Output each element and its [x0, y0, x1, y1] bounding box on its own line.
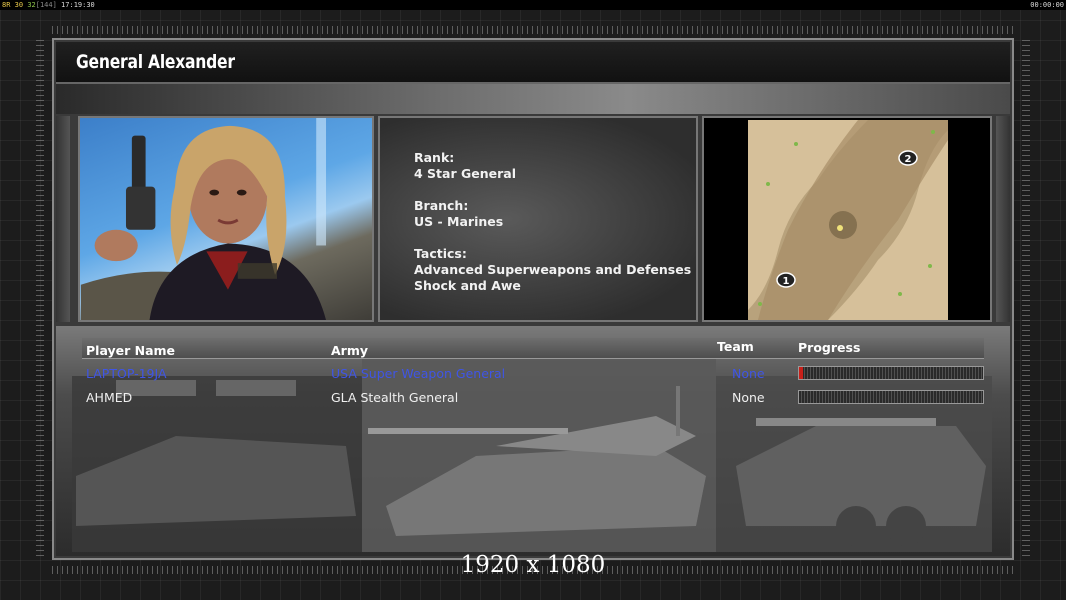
player-list-area [56, 326, 1010, 556]
player-team: None [732, 366, 765, 381]
player-team: None [732, 390, 765, 405]
tank-artwork [72, 356, 992, 552]
fps-value-d: [144] [35, 1, 57, 9]
minimap: 2 1 [702, 116, 992, 322]
title-bar: General Alexander [56, 42, 1010, 84]
general-title: General Alexander [76, 51, 235, 73]
table-row: LAPTOP-19JA USA Super Weapon General Non… [82, 364, 984, 384]
rank-value: 4 Star General [414, 166, 516, 181]
branch-label: Branch: [414, 198, 469, 213]
rank-label: Rank: [414, 150, 455, 165]
side-band-right [996, 116, 1010, 322]
fps-value-a: 8R [2, 1, 11, 9]
side-band-left [56, 116, 70, 322]
header-player-name: Player Name [86, 343, 176, 358]
clock: 17:19:30 [61, 1, 95, 9]
branch-value: US - Marines [414, 214, 504, 229]
resolution-caption: 1920 x 1080 [460, 552, 606, 578]
tactics-label: Tactics: [414, 246, 467, 261]
game-timer: 00:00:00 [1030, 1, 1064, 9]
fps-value-c: 32 [27, 1, 36, 9]
table-row: AHMED GLA Stealth General None [82, 388, 984, 408]
progress-bar-fill [799, 367, 803, 379]
tactics-line-2: Shock and Awe [414, 278, 521, 293]
tactics-line-1: Advanced Superweapons and Defenses [414, 262, 692, 277]
header-band [56, 84, 1010, 114]
minimap-terrain: 2 1 [748, 120, 948, 320]
header-team: Team [717, 339, 754, 354]
ruler-right [1022, 40, 1030, 560]
status-bar: 8R 30 32[144] 17:19:30 00:00:00 [0, 0, 1066, 10]
player-army: USA Super Weapon General [331, 366, 506, 381]
player-name: LAPTOP-19JA [86, 366, 167, 381]
header-army: Army [331, 343, 369, 358]
rank-block: Rank: 4 Star General [414, 150, 516, 182]
ruler-left [36, 40, 44, 560]
player-table-header: Player Name Army Team Progress [82, 338, 984, 359]
start-position-2-label: 2 [905, 154, 912, 165]
progress-bar [798, 390, 984, 404]
tactics-block: Tactics: Advanced Superweapons and Defen… [414, 246, 691, 294]
general-portrait [78, 116, 374, 322]
player-army: GLA Stealth General [331, 390, 459, 405]
start-position-2: 2 [898, 150, 918, 166]
progress-bar [798, 366, 984, 380]
ruler-top [52, 26, 1014, 34]
header-progress: Progress [798, 340, 861, 355]
fps-value-b: 30 [14, 1, 24, 9]
start-position-1-label: 1 [783, 276, 790, 287]
general-info-panel: Rank: 4 Star General Branch: US - Marine… [378, 116, 698, 322]
player-name: AHMED [86, 390, 133, 405]
portrait-image [80, 118, 327, 320]
branch-block: Branch: US - Marines [414, 198, 503, 230]
start-position-1: 1 [776, 272, 796, 288]
fps-counter: 8R 30 32[144] 17:19:30 [2, 0, 95, 10]
